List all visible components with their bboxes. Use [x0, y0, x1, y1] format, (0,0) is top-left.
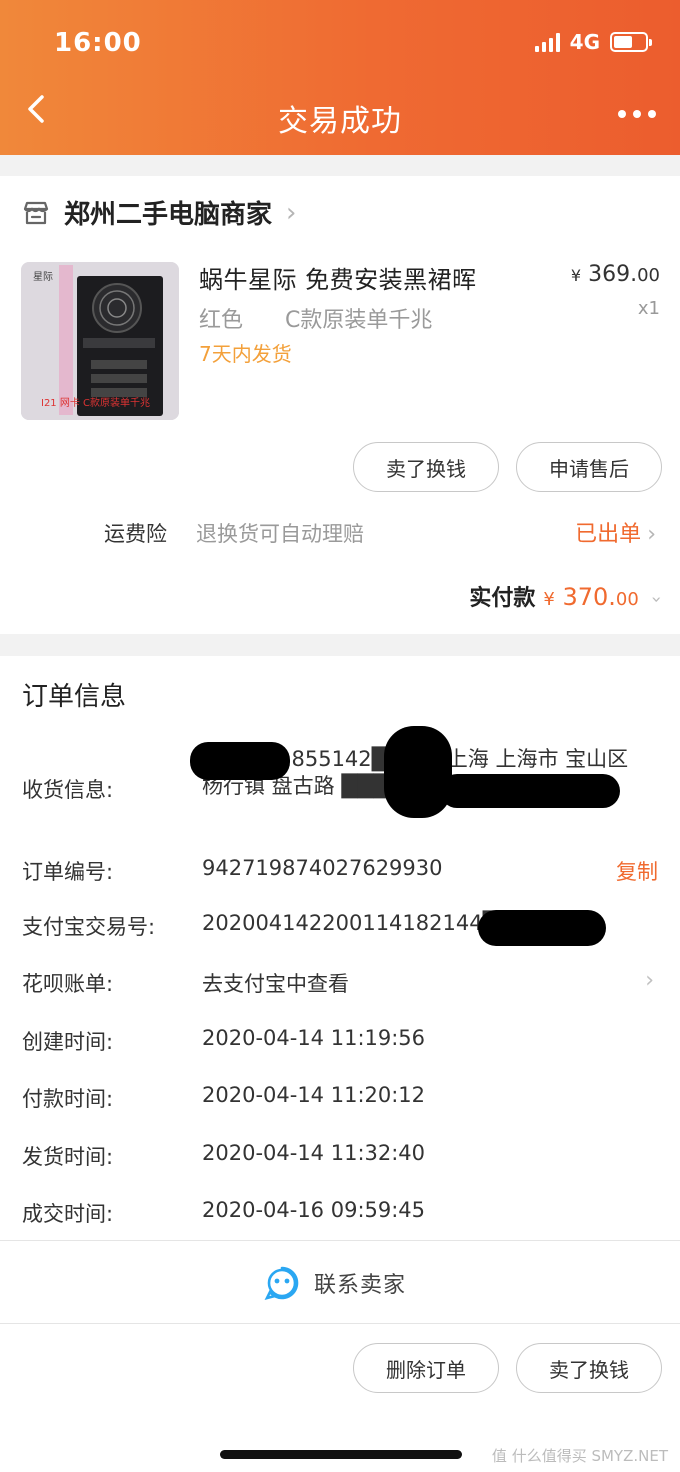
chevron-right-icon: ›: [647, 522, 656, 547]
goods-quantity: x1: [637, 298, 660, 319]
payment-amount: ¥ 370.00: [543, 583, 639, 611]
contact-seller-button[interactable]: 联系卖家: [264, 1265, 406, 1301]
bottom-action-bar: 删除订单 卖了换钱 值 什么值得买 SMYZ.NET: [0, 1324, 680, 1472]
battery-icon: [610, 32, 652, 52]
insurance-label: 运费险: [104, 522, 167, 546]
goods-spec: 红色 C款原装单千兆: [199, 308, 433, 333]
delete-order-button[interactable]: 删除订单: [353, 1343, 499, 1393]
contact-seller-bar: 联系卖家: [0, 1240, 680, 1324]
redaction-mark: [384, 726, 452, 818]
chevron-right-icon: ›: [286, 197, 297, 228]
shipped-value: 2020-04-14 11:32:40: [202, 1141, 426, 1165]
copy-button[interactable]: 复制: [616, 856, 658, 886]
order-no-label: 订单编号:: [22, 860, 114, 884]
goods-image-corner: 星际: [33, 272, 53, 283]
payment-total[interactable]: 实付款 ¥ 370.00 ›: [469, 580, 667, 612]
created-label: 创建时间:: [22, 1030, 114, 1054]
header: 16:00 4G 交易成功: [0, 0, 680, 155]
section-title: 订单信息: [22, 682, 127, 712]
done-label: 成交时间:: [22, 1202, 114, 1226]
alipay-no-label: 支付宝交易号:: [22, 915, 156, 939]
order-goods-card: 郑州二手电脑商家 › I21 网卡 C款原装单千兆 星际 蜗牛星际 免费安装黑裙…: [0, 176, 680, 634]
insurance-status-link[interactable]: 已出单 ›: [575, 516, 656, 548]
network-type: 4G: [569, 30, 600, 54]
paid-label: 付款时间:: [22, 1087, 114, 1111]
goods-image[interactable]: I21 网卡 C款原装单千兆 星际: [21, 262, 179, 420]
chat-face-icon: [264, 1266, 299, 1300]
redaction-mark: [440, 774, 620, 808]
goods-title[interactable]: 蜗牛星际 免费安装黑裙晖: [199, 260, 477, 295]
store-icon: [23, 201, 49, 224]
status-icons: 4G: [534, 30, 652, 54]
redaction-mark: [190, 742, 290, 780]
huabei-label: 花呗账单:: [22, 972, 114, 996]
after-sale-button[interactable]: 申请售后: [516, 442, 662, 492]
shipping-note: 7天内发货: [199, 342, 292, 366]
huabei-link[interactable]: 去支付宝中查看: [202, 968, 349, 998]
signal-icon: [534, 32, 560, 52]
shipped-label: 发货时间:: [22, 1145, 114, 1169]
shop-link[interactable]: 郑州二手电脑商家 ›: [22, 194, 296, 231]
chevron-right-icon: ›: [645, 968, 654, 993]
shop-name: 郑州二手电脑商家: [64, 200, 273, 230]
status-time: 16:00: [54, 28, 142, 58]
more-dots-icon[interactable]: [618, 110, 656, 118]
redaction-mark: [478, 910, 606, 946]
sell-button-bottom[interactable]: 卖了换钱: [516, 1343, 662, 1393]
watermark: 值 什么值得买 SMYZ.NET: [491, 1447, 668, 1465]
done-value: 2020-04-16 09:59:45: [202, 1198, 426, 1222]
contact-seller-label: 联系卖家: [314, 1273, 407, 1298]
order-info-card: 订单信息 收货信息: 方███ 1855142███0, 上海 上海市 宝山区 …: [0, 656, 680, 1240]
receiver-label: 收货信息:: [22, 778, 114, 802]
order-no-value: 942719874027629930: [202, 856, 443, 880]
home-indicator[interactable]: [220, 1450, 462, 1459]
insurance-status: 已出单: [575, 522, 642, 547]
sell-button[interactable]: 卖了换钱: [353, 442, 499, 492]
goods-price: ¥ 369.00: [570, 262, 660, 287]
paid-value: 2020-04-14 11:20:12: [202, 1083, 426, 1107]
goods-image-caption: I21 网卡 C款原装单千兆: [41, 398, 151, 409]
insurance-desc: 退换货可自动理赔: [196, 522, 364, 546]
chevron-down-icon: ›: [645, 595, 667, 604]
created-value: 2020-04-14 11:19:56: [202, 1026, 426, 1050]
payment-label: 实付款: [469, 586, 536, 611]
page-title: 交易成功: [278, 104, 402, 139]
